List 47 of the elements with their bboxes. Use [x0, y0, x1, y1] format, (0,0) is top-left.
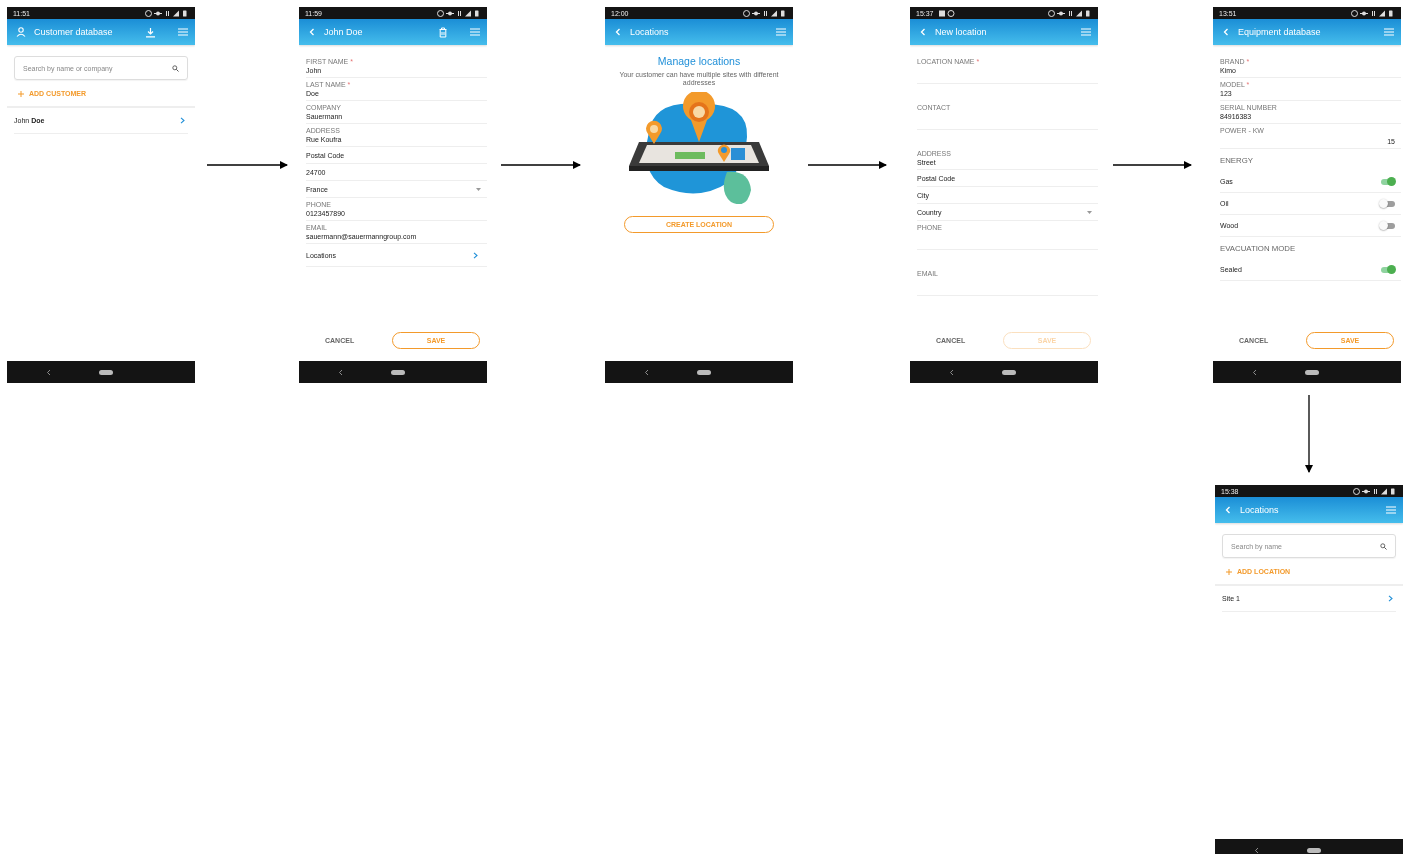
home-pill-icon[interactable]	[1307, 847, 1321, 853]
screen-title: Locations	[1240, 505, 1280, 515]
status-icons-drawing	[437, 9, 481, 17]
home-pill-icon[interactable]	[697, 369, 711, 375]
chevron-right-icon	[180, 117, 185, 124]
dropdown-caret-icon	[476, 187, 481, 191]
toggle-switch[interactable]	[1381, 266, 1395, 273]
screen-title: Customer database	[34, 27, 114, 37]
status-icons-drawing	[743, 9, 787, 17]
back-icon[interactable]	[46, 368, 51, 376]
screen-title: John Doe	[324, 27, 364, 37]
screen-title: Equipment database	[1238, 27, 1322, 37]
status-icons-drawing	[145, 9, 189, 17]
home-pill-icon[interactable]	[1305, 369, 1319, 375]
home-pill-icon[interactable]	[1002, 369, 1016, 375]
menu-icon[interactable]	[1081, 28, 1091, 36]
toggle-switch[interactable]	[1381, 178, 1395, 185]
screen-title: Locations	[630, 27, 670, 37]
trash-icon[interactable]	[438, 26, 448, 38]
plus-icon	[1226, 568, 1232, 575]
menu-icon[interactable]	[178, 28, 188, 36]
search-icon	[172, 64, 179, 72]
back-icon[interactable]	[338, 368, 343, 376]
menu-icon[interactable]	[1386, 506, 1396, 514]
status-icons-drawing	[1353, 487, 1397, 495]
intro-heading: Manage locations	[656, 55, 742, 67]
screen-title: New location	[935, 27, 988, 37]
back-icon[interactable]	[1252, 368, 1257, 376]
search-icon	[1380, 542, 1387, 550]
dropdown-caret-icon	[1087, 210, 1092, 214]
chevron-right-icon	[473, 251, 478, 259]
download-icon[interactable]	[145, 26, 156, 38]
status-icons-drawing	[1048, 9, 1092, 17]
menu-icon[interactable]	[470, 28, 480, 36]
back-icon[interactable]	[1254, 846, 1259, 854]
back-icon[interactable]	[949, 368, 954, 376]
menu-icon[interactable]	[1384, 28, 1394, 36]
back-icon[interactable]	[644, 368, 649, 376]
home-pill-icon[interactable]	[99, 369, 113, 375]
person-icon	[16, 27, 26, 37]
status-icons-drawing	[1351, 9, 1395, 17]
toggle-switch[interactable]	[1381, 222, 1395, 229]
menu-icon[interactable]	[776, 28, 786, 36]
home-pill-icon[interactable]	[391, 369, 405, 375]
chevron-right-icon	[1388, 595, 1393, 602]
toggle-switch[interactable]	[1381, 200, 1395, 207]
plus-icon	[18, 90, 24, 97]
